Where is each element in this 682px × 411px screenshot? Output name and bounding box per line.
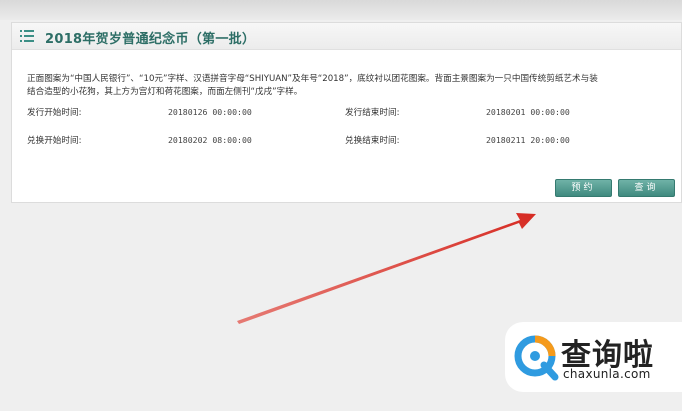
arrow-shape: [237, 213, 536, 324]
chaxunla-logo: 查询啦 chaxunla.com: [505, 322, 682, 392]
chaxunla-url: chaxunla.com: [563, 367, 651, 381]
chaxunla-q-icon: [514, 335, 559, 381]
